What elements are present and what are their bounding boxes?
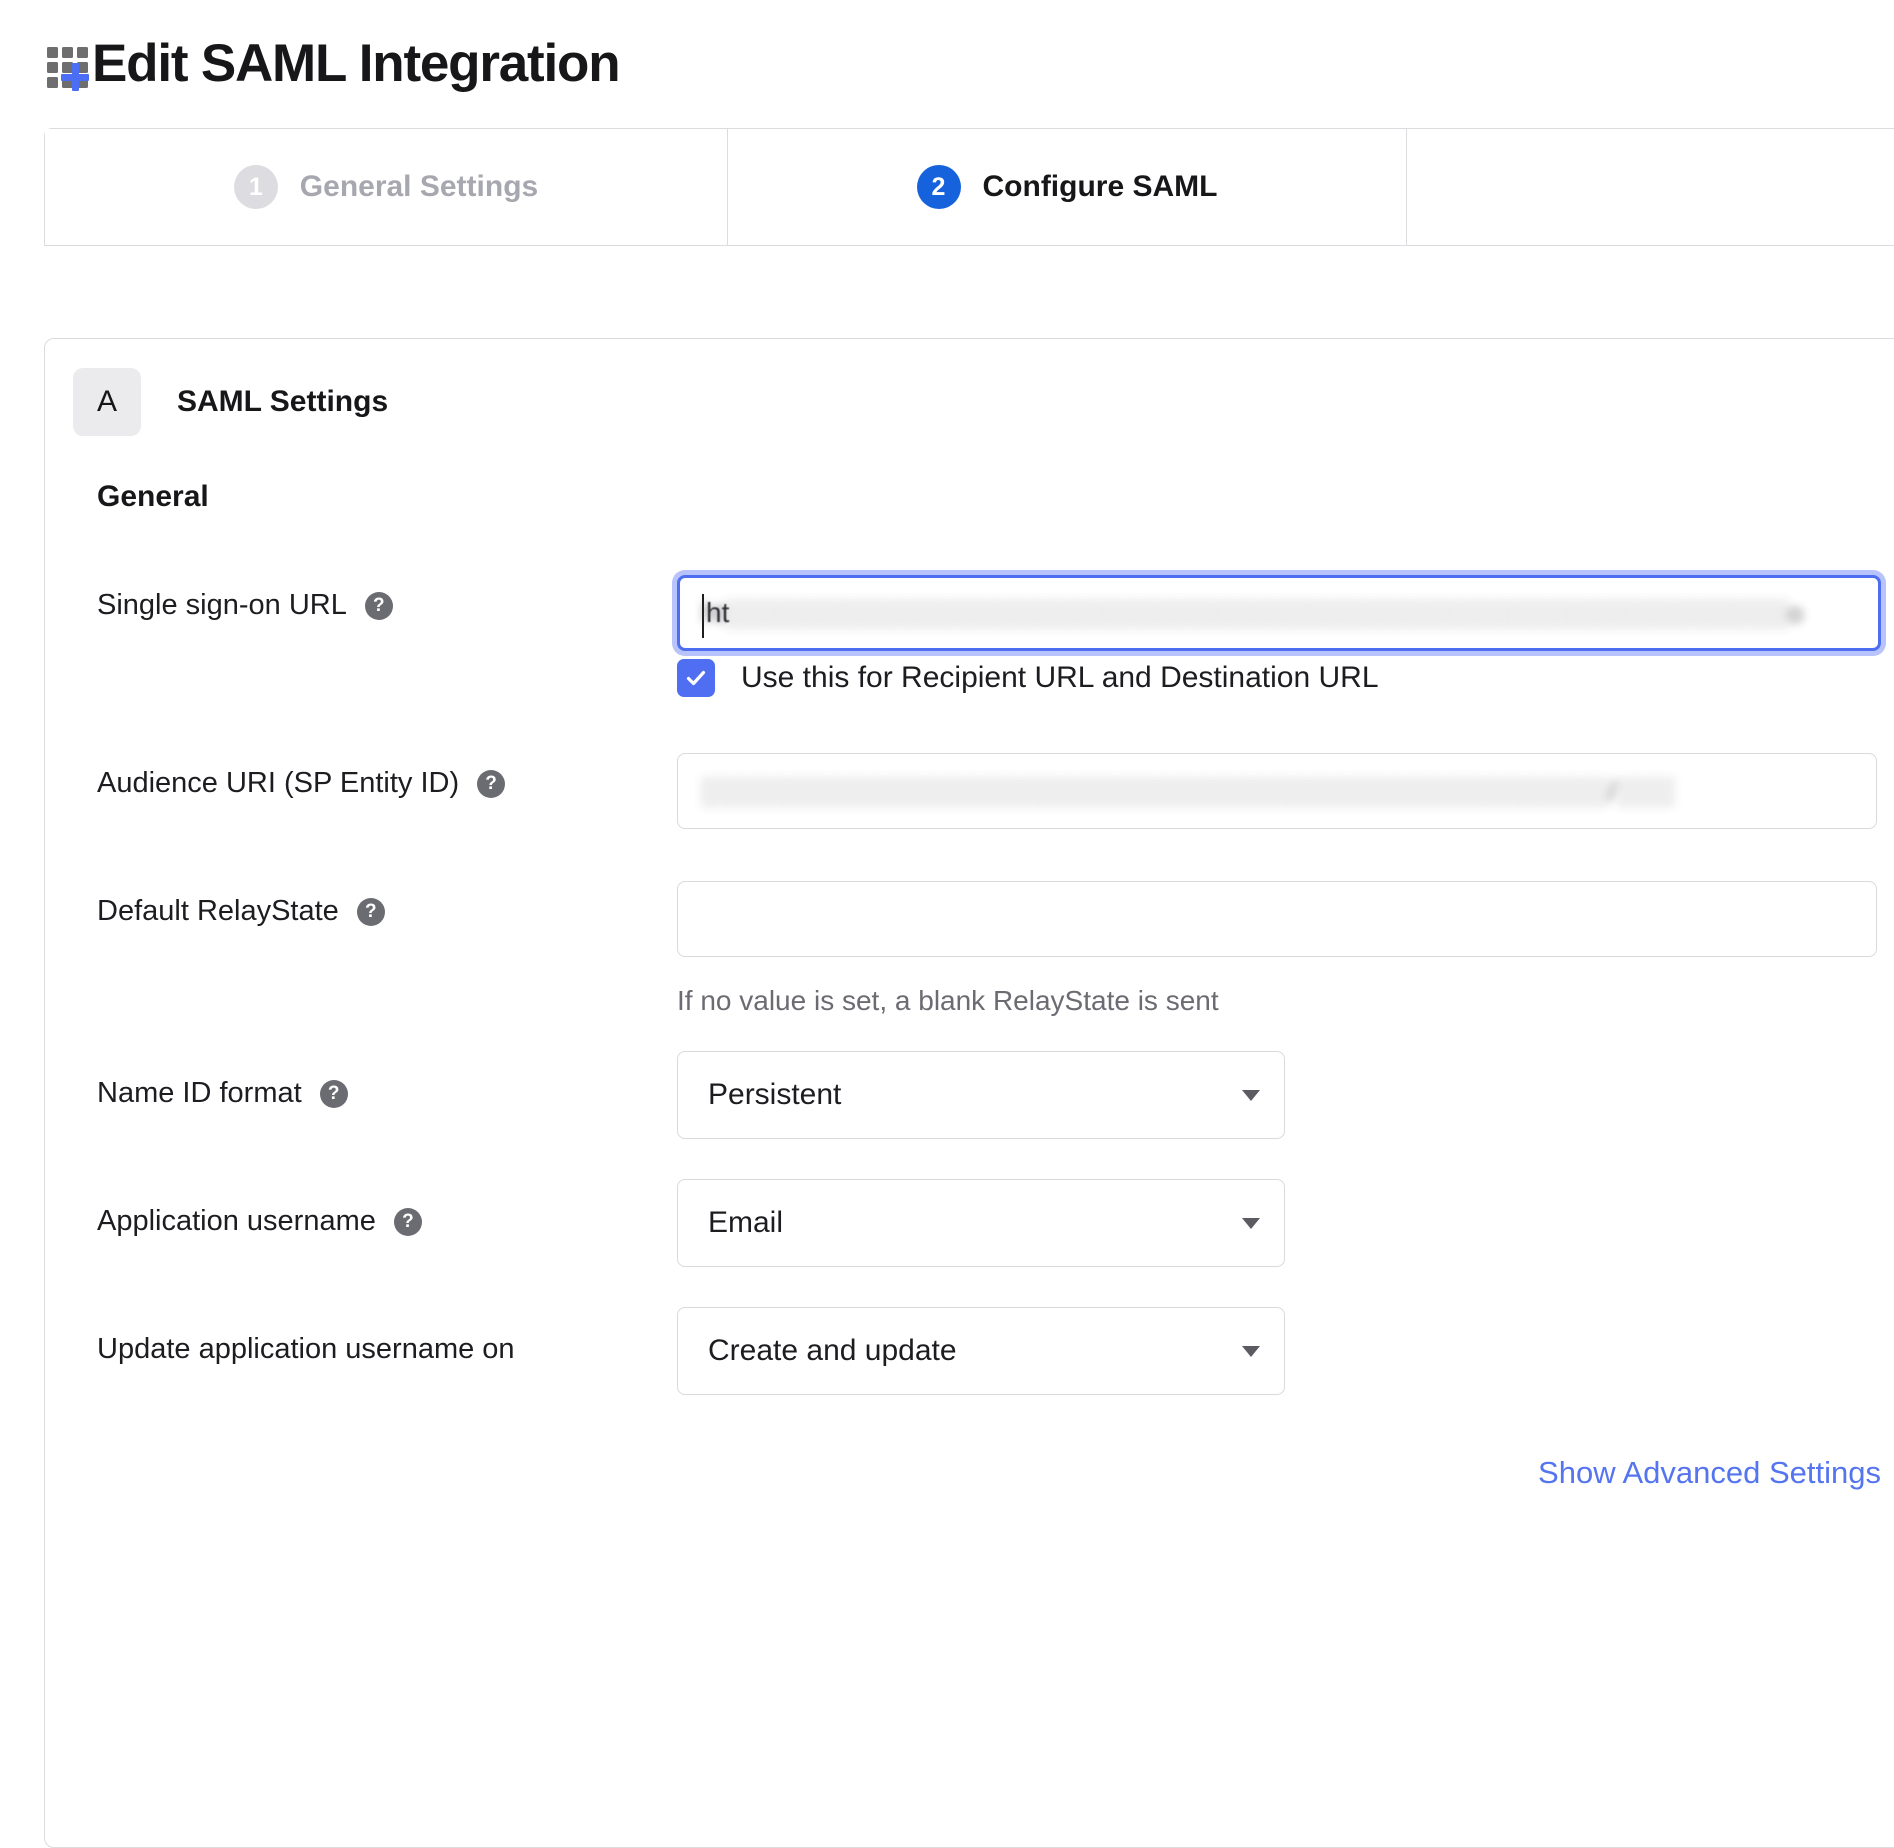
group-title-general: General <box>97 480 209 513</box>
tab-label-general-settings: General Settings <box>299 170 539 203</box>
update-application-username-on-value: Create and update <box>708 1334 957 1367</box>
checkbox-checked-icon[interactable] <box>677 659 715 697</box>
single-sign-on-url-value: ht░░░░░░░░░░░░░░░░░░░░░░░░░░░░░░░░░░░░░░… <box>702 597 1804 628</box>
app-grid-plus-icon <box>44 35 90 91</box>
help-icon-application-username[interactable]: ? <box>393 1207 422 1236</box>
label-update-application-username-on: Update application username on <box>97 1333 515 1366</box>
tab-badge-1: 1 <box>233 165 278 209</box>
label-text-single-sign-on-url: Single sign-on URL <box>97 589 347 621</box>
tab-label-configure-saml: Configure SAML <box>982 170 1218 203</box>
section-header: A SAML Settings <box>73 368 388 436</box>
chevron-down-icon <box>1242 1217 1260 1229</box>
label-default-relaystate: Default RelayState ? <box>97 895 385 928</box>
section-title: SAML Settings <box>177 385 389 418</box>
helper-text-default-relaystate: If no value is set, a blank RelayState i… <box>677 985 1219 1016</box>
tab-badge-2: 2 <box>916 165 961 209</box>
tab-general-settings[interactable]: 1 General Settings <box>45 129 728 245</box>
wizard-tab-bar: 1 General Settings 2 Configure SAML <box>44 128 1894 246</box>
help-icon-default-relaystate[interactable]: ? <box>356 897 385 926</box>
label-text-default-relaystate: Default RelayState <box>97 895 339 927</box>
label-audience-uri: Audience URI (SP Entity ID) ? <box>97 767 506 800</box>
edit-saml-integration-page: Edit SAML Integration 1 General Settings… <box>0 0 1894 1848</box>
application-username-select[interactable]: Email <box>677 1179 1285 1267</box>
help-icon-name-id-format[interactable]: ? <box>319 1079 348 1108</box>
saml-settings-card: A SAML Settings General Single sign-on U… <box>44 338 1894 1848</box>
page-title: Edit SAML Integration <box>92 33 621 93</box>
page-header: Edit SAML Integration <box>44 22 621 104</box>
name-id-format-value: Persistent <box>708 1078 842 1111</box>
audience-uri-value: ░░░░░░░░░░░░░░░░░░░░░░░░░░░░░░░░░░░░░░░░… <box>700 775 1675 806</box>
checkbox-label-use-for-recipient-destination: Use this for Recipient URL and Destinati… <box>741 661 1379 694</box>
label-application-username: Application username ? <box>97 1205 422 1238</box>
label-name-id-format: Name ID format ? <box>97 1077 348 1110</box>
label-text-audience-uri: Audience URI (SP Entity ID) <box>97 767 460 799</box>
chevron-down-icon <box>1242 1089 1260 1101</box>
audience-uri-input[interactable]: ░░░░░░░░░░░░░░░░░░░░░░░░░░░░░░░░░░░░░░░░… <box>677 753 1877 829</box>
label-text-name-id-format: Name ID format <box>97 1077 302 1109</box>
help-icon-audience-uri[interactable]: ? <box>477 769 506 798</box>
single-sign-on-url-input[interactable]: ht ht░░░░░░░░░░░░░░░░░░░░░░░░░░░░░░░░░░░… <box>677 575 1881 651</box>
show-advanced-settings-link[interactable]: Show Advanced Settings <box>1538 1455 1881 1491</box>
chevron-down-icon <box>1242 1345 1260 1357</box>
label-text-update-application-username-on: Update application username on <box>97 1333 515 1365</box>
section-letter-badge: A <box>73 368 141 436</box>
use-for-recipient-destination-checkbox-row[interactable]: Use this for Recipient URL and Destinati… <box>677 659 1379 697</box>
update-application-username-on-select[interactable]: Create and update <box>677 1307 1285 1395</box>
label-single-sign-on-url: Single sign-on URL ? <box>97 589 393 622</box>
application-username-value: Email <box>708 1206 784 1239</box>
tab-feedback[interactable] <box>1407 129 1894 245</box>
name-id-format-select[interactable]: Persistent <box>677 1051 1285 1139</box>
label-text-application-username: Application username <box>97 1205 376 1237</box>
help-icon-single-sign-on-url[interactable]: ? <box>364 591 393 620</box>
tab-configure-saml[interactable]: 2 Configure SAML <box>728 129 1407 245</box>
default-relaystate-input[interactable] <box>677 881 1877 957</box>
